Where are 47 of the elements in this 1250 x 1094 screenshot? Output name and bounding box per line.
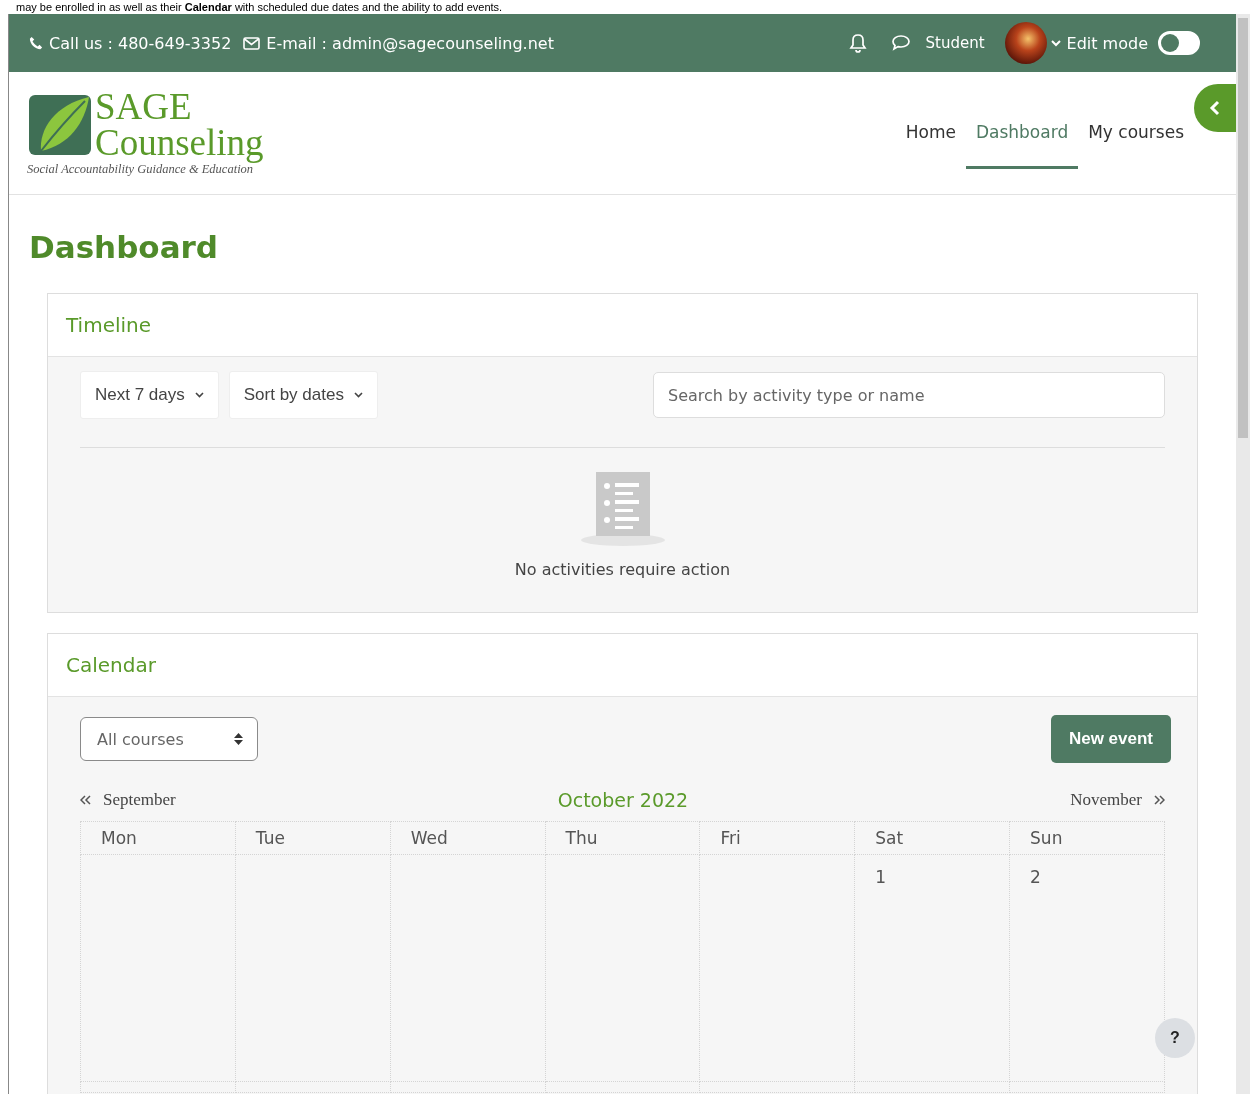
email-address: E-mail : admin@sagecounseling.net bbox=[266, 33, 554, 53]
avatar-image[interactable] bbox=[1004, 22, 1047, 64]
empty-list-icon bbox=[579, 472, 666, 546]
chat-bubble-icon[interactable] bbox=[891, 34, 912, 52]
empty-message: No activities require action bbox=[514, 560, 731, 579]
filter-dropdown[interactable]: Next 7 days bbox=[80, 371, 219, 419]
weekday-header: Fri bbox=[720, 828, 741, 848]
day-number[interactable]: 2 bbox=[1030, 867, 1041, 887]
card-title: Timeline bbox=[48, 294, 1197, 357]
next-month-link[interactable]: November bbox=[1070, 790, 1165, 810]
search-field[interactable]: Search by activity type or name bbox=[653, 372, 1165, 418]
double-chevron-left-icon bbox=[80, 795, 91, 805]
edit-mode-label: Edit mode bbox=[1066, 33, 1148, 53]
chevron-left-icon bbox=[1209, 100, 1221, 116]
nav-link[interactable]: My courses bbox=[1078, 72, 1194, 169]
course-select[interactable]: All courses bbox=[80, 717, 258, 761]
weekday-header: Wed bbox=[410, 828, 448, 848]
caret-icon bbox=[353, 392, 363, 398]
scrollbar[interactable] bbox=[1236, 14, 1250, 1094]
new-event-button[interactable]: New event bbox=[1050, 715, 1171, 763]
day-number[interactable]: 1 bbox=[875, 867, 887, 887]
page-title: Dashboard bbox=[29, 229, 220, 265]
edit-mode-toggle[interactable] bbox=[1158, 31, 1200, 55]
caption-text: may be enrolled in as well as their Calendar with scheduled due dates and the ability to add events. bbox=[16, 0, 504, 14]
weekday-header: Sun bbox=[1030, 828, 1063, 848]
user-role: Student bbox=[925, 34, 985, 52]
filter-dropdown[interactable]: Sort by dates bbox=[228, 371, 378, 419]
previous-month-link[interactable]: September bbox=[80, 790, 176, 810]
nav-link[interactable]: Dashboard bbox=[965, 72, 1079, 169]
phone-icon bbox=[29, 36, 43, 50]
leaf-logo-icon bbox=[27, 92, 93, 157]
phone-number: Call us : 480-649-3352 bbox=[49, 33, 232, 53]
weekday-header: Tue bbox=[255, 828, 285, 848]
weekday-header: Mon bbox=[101, 828, 137, 848]
nav-link[interactable]: Home bbox=[895, 72, 966, 169]
weekday-header: Sat bbox=[875, 828, 904, 848]
logo-title: SAGE bbox=[95, 89, 193, 125]
double-chevron-right-icon bbox=[1154, 795, 1165, 805]
up-down-arrows-icon bbox=[234, 732, 243, 746]
caret-icon bbox=[194, 392, 204, 398]
card-title: Calendar bbox=[48, 634, 1197, 697]
caret-icon[interactable] bbox=[1050, 39, 1061, 47]
bell-icon[interactable] bbox=[849, 33, 868, 53]
envelope-icon bbox=[243, 36, 261, 50]
weekday-header: Thu bbox=[565, 828, 598, 848]
drawer-toggle-button[interactable] bbox=[1194, 84, 1236, 132]
current-month: October 2022 bbox=[557, 789, 689, 811]
